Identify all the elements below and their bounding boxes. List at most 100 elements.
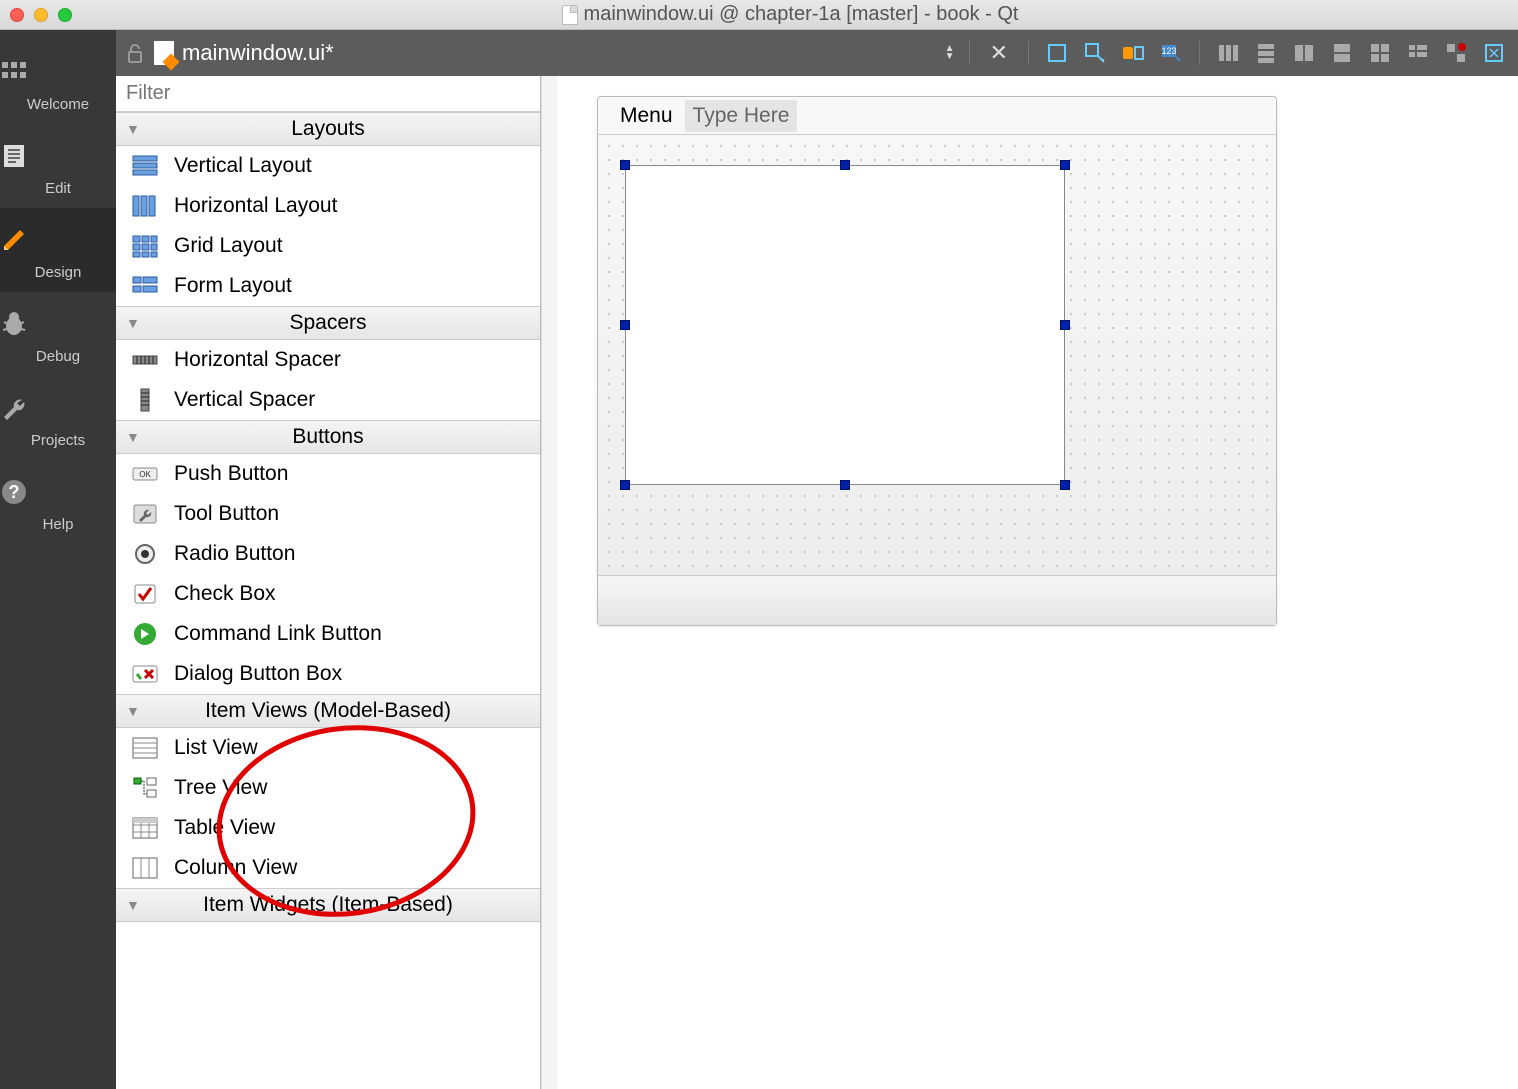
widget-item[interactable]: Command Link Button [116, 614, 540, 654]
widget-item[interactable]: OK Push Button [116, 454, 540, 494]
edit-buddies-icon[interactable] [1119, 39, 1147, 67]
edit-taborder-icon[interactable]: 123 [1157, 39, 1185, 67]
close-window-button[interactable] [10, 8, 24, 22]
widget-item[interactable]: Dialog Button Box [116, 654, 540, 694]
menu-item[interactable]: Menu [612, 100, 681, 132]
mode-design[interactable]: Design [0, 208, 116, 292]
push-button-icon: OK [130, 460, 160, 488]
mode-label: Debug [36, 348, 80, 365]
layout-vertical-icon[interactable] [1252, 39, 1280, 67]
table-view-icon [130, 814, 160, 842]
form-central-area[interactable] [598, 135, 1276, 575]
widgetbox-scrollbar[interactable] [541, 76, 557, 1089]
resize-handle[interactable] [620, 160, 630, 170]
form-menubar[interactable]: Menu Type Here [598, 97, 1276, 135]
widget-item[interactable]: Horizontal Layout [116, 186, 540, 226]
window-titlebar: mainwindow.ui @ chapter-1a [master] - bo… [0, 0, 1518, 30]
widget-item[interactable]: Grid Layout [116, 226, 540, 266]
widget-label: Tool Button [174, 502, 279, 526]
widget-item[interactable]: List View [116, 728, 540, 768]
open-file-tab[interactable]: mainwindow.ui* [154, 40, 334, 66]
traffic-lights [10, 8, 72, 22]
widget-item[interactable]: Form Layout [116, 266, 540, 306]
document-icon [562, 5, 578, 25]
widget-item[interactable]: Horizontal Spacer [116, 340, 540, 380]
layout-vsplitter-icon[interactable] [1328, 39, 1356, 67]
widget-filter-input[interactable] [116, 76, 540, 112]
design-canvas[interactable]: Menu Type Here [557, 76, 1518, 1089]
resize-handle[interactable] [840, 160, 850, 170]
layout-horizontal-icon[interactable] [1214, 39, 1242, 67]
zoom-window-button[interactable] [58, 8, 72, 22]
widget-item[interactable]: Tool Button [116, 494, 540, 534]
resize-handle[interactable] [620, 320, 630, 330]
widget-label: Vertical Spacer [174, 388, 315, 412]
designer-toolbar: mainwindow.ui* ▲▼ ✕ 123 [116, 30, 1518, 76]
lock-icon[interactable] [126, 43, 144, 63]
widget-list[interactable]: ▼Layouts Vertical Layout Horizontal Layo… [116, 112, 540, 1089]
resize-handle[interactable] [620, 480, 630, 490]
widget-group-header[interactable]: ▼Spacers [116, 306, 540, 340]
separator [1028, 41, 1029, 65]
dialog-buttonbox-icon [130, 660, 160, 688]
mode-label: Welcome [27, 96, 89, 113]
svg-text:123: 123 [1161, 46, 1176, 56]
group-label: Buttons [292, 425, 363, 448]
mode-debug[interactable]: Debug [0, 292, 116, 376]
chevron-down-icon: ▼ [126, 121, 140, 137]
mode-selector: Welcome Edit Design Debug Projects [0, 30, 116, 1089]
layout-grid-icon[interactable] [1366, 39, 1394, 67]
widget-label: Command Link Button [174, 622, 382, 646]
selected-widget[interactable] [625, 165, 1065, 485]
open-file-name: mainwindow.ui* [182, 40, 334, 66]
mode-edit[interactable]: Edit [0, 124, 116, 208]
mode-welcome[interactable]: Welcome [0, 40, 116, 124]
widget-item[interactable]: Column View [116, 848, 540, 888]
tree-view-icon [130, 774, 160, 802]
widget-group-header[interactable]: ▼Item Views (Model-Based) [116, 694, 540, 728]
widget-box: ▼Layouts Vertical Layout Horizontal Layo… [116, 76, 541, 1089]
edit-signals-icon[interactable] [1081, 39, 1109, 67]
chevron-down-icon: ▼ [126, 703, 140, 719]
svg-text:OK: OK [139, 470, 151, 479]
edit-widgets-icon[interactable] [1043, 39, 1071, 67]
close-tab-icon[interactable]: ✕ [984, 40, 1014, 66]
widget-group-header[interactable]: ▼Buttons [116, 420, 540, 454]
widget-item[interactable]: Table View [116, 808, 540, 848]
widget-item[interactable]: Radio Button [116, 534, 540, 574]
command-link-icon [130, 620, 160, 648]
main-window-form[interactable]: Menu Type Here [597, 96, 1277, 626]
mode-projects[interactable]: Projects [0, 376, 116, 460]
resize-handle[interactable] [1060, 480, 1070, 490]
pencil-icon [0, 226, 116, 258]
layout-form-icon[interactable] [1404, 39, 1432, 67]
widget-item[interactable]: Vertical Layout [116, 146, 540, 186]
mode-help[interactable]: ? Help [0, 460, 116, 544]
separator [1199, 41, 1200, 65]
widget-label: Dialog Button Box [174, 662, 342, 686]
minimize-window-button[interactable] [34, 8, 48, 22]
form-statusbar[interactable] [598, 575, 1276, 625]
stepper-arrows[interactable]: ▲▼ [945, 45, 955, 61]
widget-group-header[interactable]: ▼Item Widgets (Item-Based) [116, 888, 540, 922]
widget-item[interactable]: Check Box [116, 574, 540, 614]
adjust-size-icon[interactable] [1480, 39, 1508, 67]
break-layout-icon[interactable] [1442, 39, 1470, 67]
resize-handle[interactable] [1060, 320, 1070, 330]
ui-file-icon [154, 41, 174, 65]
widget-label: Form Layout [174, 274, 292, 298]
widget-group-header[interactable]: ▼Layouts [116, 112, 540, 146]
resize-handle[interactable] [1060, 160, 1070, 170]
chevron-down-icon: ▼ [126, 315, 140, 331]
window-title: mainwindow.ui @ chapter-1a [master] - bo… [72, 3, 1508, 26]
widget-label: Push Button [174, 462, 288, 486]
radio-button-icon [130, 540, 160, 568]
widget-item[interactable]: Tree View [116, 768, 540, 808]
grid-layout-icon [130, 232, 160, 260]
layout-hsplitter-icon[interactable] [1290, 39, 1318, 67]
mode-label: Edit [45, 180, 71, 197]
widget-item[interactable]: Vertical Spacer [116, 380, 540, 420]
resize-handle[interactable] [840, 480, 850, 490]
menu-type-here[interactable]: Type Here [685, 100, 798, 132]
document-lines-icon [0, 142, 116, 174]
